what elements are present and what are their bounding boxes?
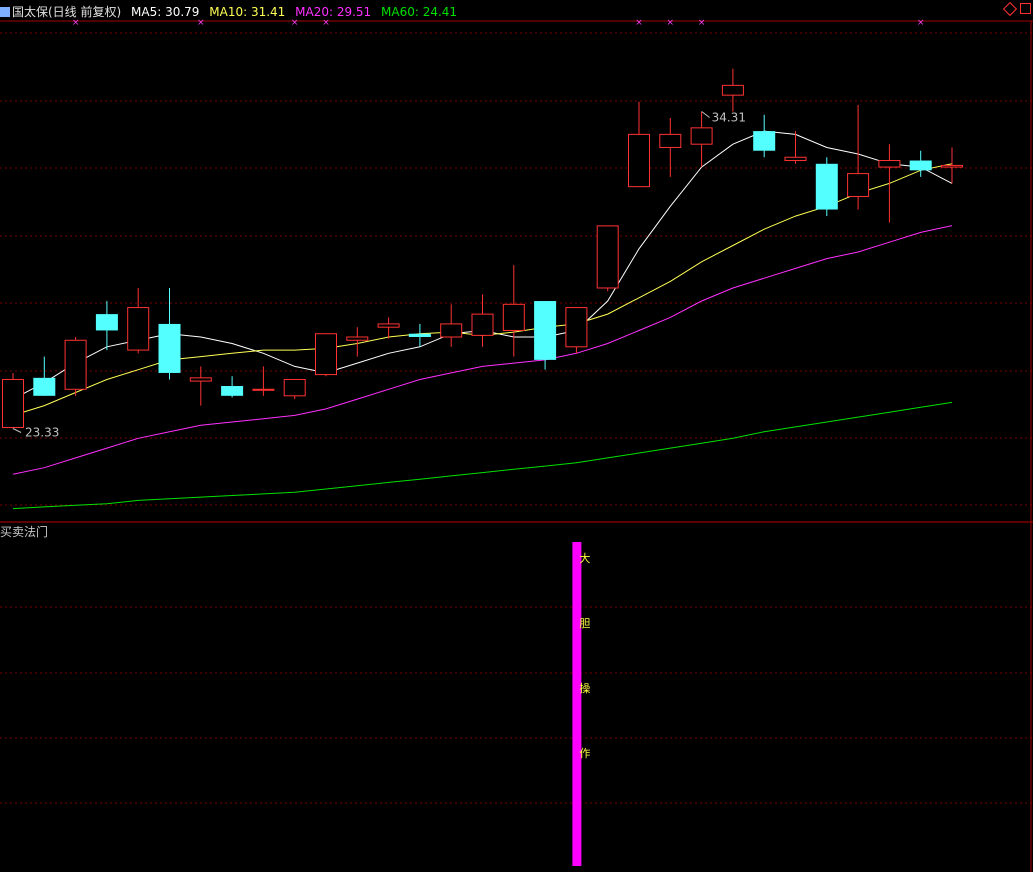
- signal-bar-rect: [572, 542, 582, 866]
- candle: [534, 301, 557, 370]
- candle-body: [721, 84, 744, 96]
- candle: [64, 336, 87, 396]
- candle-body: [252, 388, 275, 391]
- ma-line-ma60: [12, 401, 953, 510]
- event-mark: ×: [917, 18, 925, 28]
- candle: [690, 111, 713, 168]
- candle: [847, 104, 870, 210]
- price-grid: [0, 32, 1033, 804]
- candle: [502, 265, 525, 357]
- candle-body: [377, 323, 400, 328]
- candle-body: [502, 303, 525, 331]
- candle-body: [127, 307, 150, 351]
- candle: [95, 301, 118, 351]
- candle-body: [784, 156, 807, 162]
- event-mark: ×: [291, 18, 299, 28]
- signal-bar: 大胆操作: [572, 542, 590, 866]
- candle: [721, 68, 744, 112]
- candle-body: [315, 333, 337, 376]
- ma10-label: MA10: 31.41: [209, 5, 286, 19]
- ma-line-ma10: [12, 163, 953, 416]
- candle: [628, 101, 650, 188]
- candle: [784, 131, 807, 164]
- max-price-pointer: [701, 111, 710, 118]
- signal-char: 胆: [579, 617, 590, 630]
- candle: [283, 378, 306, 400]
- candle-body: [2, 378, 24, 429]
- candlesticks[interactable]: [2, 68, 963, 429]
- candle-body: [440, 323, 463, 338]
- candle: [878, 144, 901, 223]
- stock-chart: × × × × × × × × 34.31 23.33 大胆操作: [0, 18, 1033, 872]
- candle: [440, 304, 463, 347]
- stock-title: 国太保(日线 前复权): [12, 5, 122, 19]
- candle: [471, 294, 494, 347]
- min-price-pointer: [12, 428, 22, 433]
- candle: [596, 225, 619, 292]
- candle-body: [64, 339, 87, 390]
- candle-body: [659, 133, 682, 148]
- candle: [909, 150, 932, 177]
- candle-body: [95, 314, 118, 331]
- min-price-label: 23.33: [25, 425, 59, 439]
- signal-char: 操: [579, 681, 590, 695]
- candle-body: [628, 133, 650, 188]
- candle-body: [408, 333, 431, 337]
- candle: [189, 366, 212, 406]
- candle-body: [753, 131, 776, 151]
- ma-line-ma5: [12, 130, 953, 400]
- candle-body: [346, 336, 369, 341]
- candle-body: [221, 386, 244, 396]
- candle-body: [690, 127, 713, 145]
- candle: [2, 372, 24, 429]
- chart-header: 国太保(日线 前复权) MA5: 30.79 MA10: 31.41 MA20:…: [0, 3, 463, 19]
- event-mark: ×: [72, 18, 80, 28]
- event-mark: ×: [197, 18, 205, 28]
- candle: [565, 307, 588, 354]
- candle-body: [33, 377, 56, 396]
- candle: [377, 317, 400, 339]
- candle: [33, 356, 56, 396]
- chart-type-icon[interactable]: [0, 7, 10, 17]
- ma60-label: MA60: 24.41: [381, 5, 458, 19]
- candle-body: [565, 307, 588, 348]
- panel-borders: [0, 20, 1033, 872]
- ma-line-ma20: [12, 225, 953, 475]
- ma20-label: MA20: 29.51: [295, 5, 372, 19]
- candle-body: [878, 160, 901, 168]
- event-mark: ×: [667, 18, 675, 28]
- indicator-title: 买卖法门: [0, 525, 49, 539]
- candle-body: [283, 378, 306, 397]
- candle-body: [158, 323, 181, 373]
- candle: [127, 287, 150, 354]
- candle: [315, 333, 337, 377]
- event-mark: ×: [698, 18, 706, 28]
- candle: [659, 118, 682, 177]
- candle: [221, 376, 244, 398]
- candle-body: [941, 164, 963, 168]
- event-mark: ×: [322, 18, 330, 28]
- candle: [753, 114, 776, 158]
- event-mark: ×: [635, 18, 643, 28]
- candle-body: [189, 377, 212, 382]
- max-price-label: 34.31: [712, 111, 746, 125]
- candle-body: [471, 313, 494, 336]
- candle: [815, 157, 838, 217]
- ma5-label: MA5: 30.79: [131, 5, 200, 19]
- event-marks: × × × × × × × ×: [72, 18, 925, 28]
- candle-body: [847, 173, 870, 197]
- candle-body: [596, 225, 619, 289]
- signal-char: 大: [579, 551, 590, 565]
- candle-body: [909, 160, 932, 171]
- candle-body: [534, 301, 557, 360]
- square-icon[interactable]: [1020, 3, 1031, 14]
- candle: [941, 147, 963, 184]
- candle-body: [815, 163, 838, 210]
- signal-char: 作: [579, 747, 590, 760]
- candle: [158, 287, 181, 380]
